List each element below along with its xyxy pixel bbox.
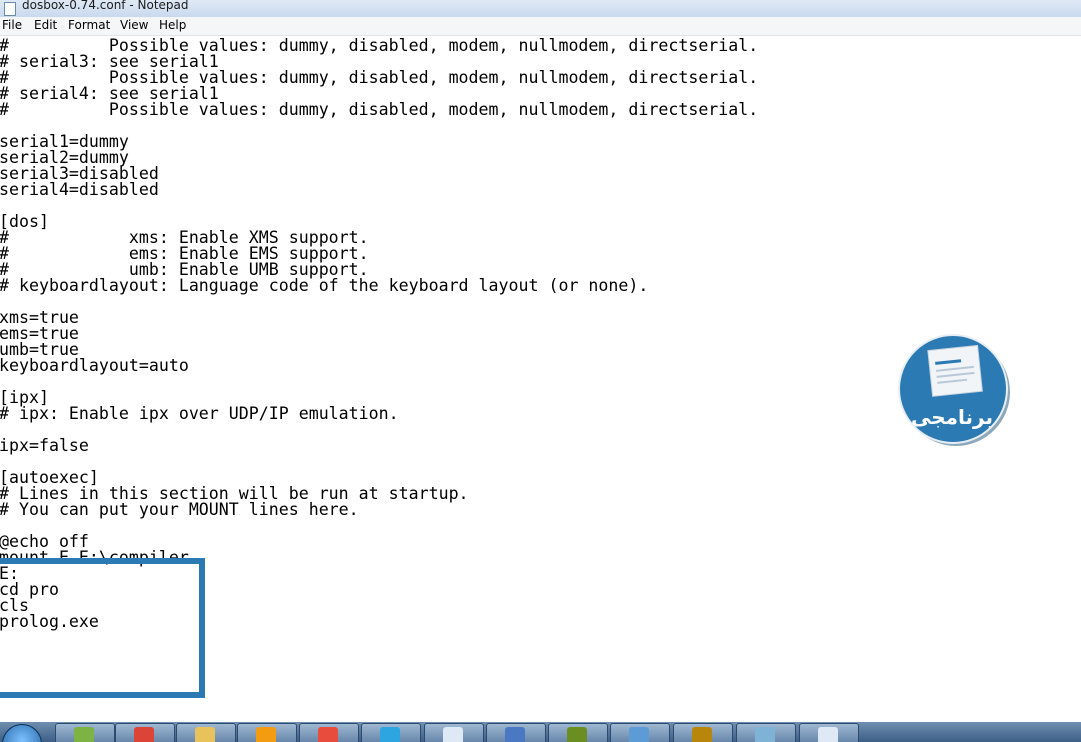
menu-help[interactable]: Help <box>158 18 187 32</box>
android-icon <box>74 727 94 742</box>
menu-view[interactable]: View <box>119 18 149 32</box>
taskbar-button[interactable] <box>299 723 359 742</box>
app-red-icon <box>318 727 338 742</box>
text-editor[interactable]: # Possible values: dummy, disabled, mode… <box>0 36 1081 722</box>
taskbar-button[interactable] <box>361 723 421 742</box>
chrome-icon <box>134 727 154 742</box>
taskbar-button[interactable] <box>486 723 546 742</box>
editor-line: keyboardlayout=auto <box>0 356 189 375</box>
editor-line: # Possible values: dummy, disabled, mode… <box>0 100 759 119</box>
notepad-icon <box>4 2 16 16</box>
taskbar-button[interactable] <box>736 723 796 742</box>
taskbar-button[interactable] <box>610 723 670 742</box>
taskbar-button[interactable] <box>799 723 859 742</box>
editor-line: # ipx: Enable ipx over UDP/IP emulation. <box>0 404 399 423</box>
editor-line: xms=true <box>0 308 79 327</box>
editor-line: # keyboardlayout: Language code of the k… <box>0 276 649 295</box>
media-player-icon <box>256 727 276 742</box>
title-bar: dosbox-0.74.conf - Notepad <box>0 0 1081 18</box>
pen-icon <box>567 727 587 742</box>
taskbar-button[interactable] <box>673 723 733 742</box>
dosbox-icon <box>692 727 712 742</box>
editor-line: ipx=false <box>0 436 89 455</box>
notepad-icon <box>443 727 463 742</box>
editor-line: ems=true <box>0 324 79 343</box>
taskbar-button[interactable] <box>115 723 175 742</box>
highlight-box <box>0 558 205 698</box>
document-icon <box>505 727 525 742</box>
start-button[interactable] <box>2 724 42 742</box>
editor-content[interactable]: # Possible values: dummy, disabled, mode… <box>0 37 759 630</box>
editor-line: serial4=disabled <box>0 180 159 199</box>
window-title: dosbox-0.74.conf - Notepad <box>22 0 189 12</box>
taskbar-button[interactable] <box>424 723 484 742</box>
menu-edit[interactable]: Edit <box>33 18 58 32</box>
taskbar-button[interactable] <box>237 723 297 742</box>
taskbar-button[interactable] <box>548 723 608 742</box>
taskbar-button[interactable] <box>55 723 115 742</box>
taskbar-button[interactable] <box>176 723 236 742</box>
editor-line: # You can put your MOUNT lines here. <box>0 500 359 519</box>
menu-format[interactable]: Format <box>67 18 111 32</box>
barnamegy-logo: برنامجى <box>898 334 1010 446</box>
menu-file[interactable]: File <box>1 18 23 32</box>
control-panel-icon <box>629 727 649 742</box>
menu-bar: File Edit Format View Help <box>0 17 1081 36</box>
folder-icon <box>195 727 215 742</box>
logo-text: برنامجى <box>911 405 993 429</box>
taskbar <box>0 722 1081 742</box>
telegram-icon <box>380 727 400 742</box>
image-viewer-icon <box>755 727 775 742</box>
notepad-icon <box>818 727 838 742</box>
